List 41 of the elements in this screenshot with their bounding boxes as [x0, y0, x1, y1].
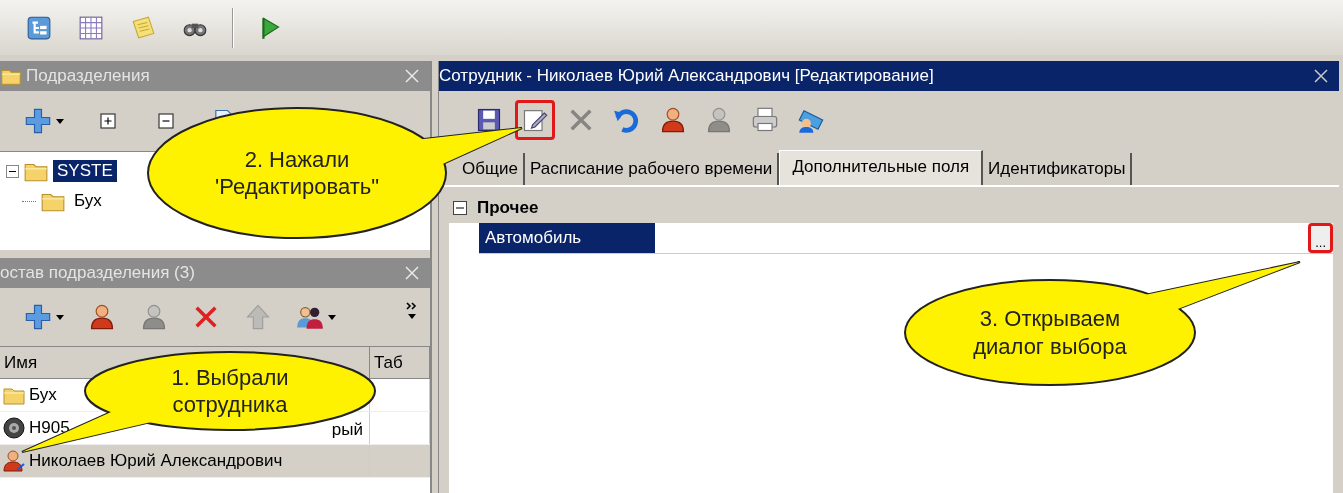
category-label: Прочее [477, 198, 539, 218]
plus-icon [24, 107, 52, 135]
row-name: Николаев Юрий Александрович [29, 451, 283, 471]
save-icon [475, 106, 503, 134]
list-row[interactable]: Николаев Юрий Александрович [0, 445, 430, 478]
caret-icon [56, 118, 64, 124]
person-icon [659, 106, 687, 134]
panel-title: остав подразделения (3) [0, 263, 196, 283]
person-icon [2, 449, 26, 473]
caret-icon [408, 314, 416, 319]
collapse-toggle[interactable] [453, 201, 467, 215]
close-icon[interactable] [1313, 68, 1329, 84]
row-name: H905 [29, 418, 70, 438]
tree-item[interactable]: SYSTE [53, 160, 117, 182]
panel-title: Сотрудник - Николаев Юрий Александрович [Редактирование] [439, 66, 935, 86]
collapse-toggle[interactable] [6, 164, 19, 178]
person-icon [140, 303, 168, 331]
plus-icon [24, 303, 52, 331]
chevron-icon [406, 302, 418, 310]
row-name: рый [331, 420, 364, 441]
tree-item[interactable]: Бух [70, 190, 106, 212]
column-header[interactable]: Таб [370, 347, 430, 379]
up-arrow-icon [244, 303, 272, 331]
callout-text: 3. Открываем диалог выбора [973, 305, 1127, 360]
tab[interactable]: Дополнительные поля [779, 150, 984, 185]
person-icon [705, 106, 733, 134]
caret-icon [328, 314, 336, 320]
printer-icon [751, 106, 779, 134]
undo-icon [613, 106, 641, 134]
panel-title: Подразделения [26, 66, 151, 86]
wheel-icon [2, 416, 26, 440]
tree-view-icon [26, 14, 52, 41]
toolbar-button[interactable] [515, 100, 555, 140]
callout-text: 2. Нажали 'Редактировать" [215, 145, 379, 201]
person-icon [88, 303, 116, 331]
caret-icon [56, 314, 64, 320]
grid-icon [78, 14, 104, 41]
row-name: Бух [29, 385, 57, 405]
notes-icon [130, 14, 156, 41]
browse-button[interactable]: ... [1308, 223, 1333, 253]
property-label[interactable]: Автомобиль [479, 223, 655, 253]
